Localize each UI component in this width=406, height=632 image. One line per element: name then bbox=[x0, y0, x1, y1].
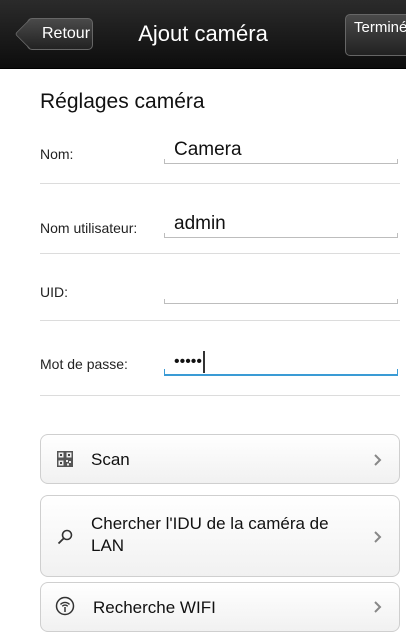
username-input[interactable]: admin bbox=[164, 212, 398, 238]
username-field-row: Nom utilisateur: admin bbox=[40, 212, 400, 262]
password-value: ••••• bbox=[174, 353, 203, 370]
wifi-search-label: Recherche WIFI bbox=[93, 598, 216, 617]
name-field-row: Nom: Camera bbox=[40, 138, 400, 188]
top-bar: Retour Ajout caméra Terminé bbox=[0, 0, 406, 69]
lan-search-button[interactable]: Chercher l'IDU de la caméra de LAN bbox=[40, 495, 400, 577]
text-caret bbox=[203, 351, 206, 373]
search-icon bbox=[55, 527, 75, 547]
done-button[interactable]: Terminé bbox=[345, 14, 406, 56]
scan-button[interactable]: Scan bbox=[40, 434, 400, 484]
lan-search-label: Chercher l'IDU de la caméra de LAN bbox=[91, 514, 329, 555]
qr-code-icon bbox=[55, 449, 75, 469]
done-button-label: Terminé bbox=[354, 19, 406, 36]
name-label: Nom: bbox=[40, 146, 74, 162]
chevron-right-icon bbox=[371, 597, 385, 617]
section-title: Réglages caméra bbox=[40, 90, 205, 113]
uid-input[interactable] bbox=[164, 278, 398, 304]
password-label: Mot de passe: bbox=[40, 356, 128, 372]
wifi-search-button[interactable]: Recherche WIFI bbox=[40, 582, 400, 632]
username-label: Nom utilisateur: bbox=[40, 220, 138, 236]
uid-label: UID: bbox=[40, 284, 68, 300]
chevron-right-icon bbox=[371, 527, 385, 547]
divider bbox=[40, 320, 400, 321]
divider bbox=[40, 253, 400, 254]
divider bbox=[40, 395, 400, 396]
password-input[interactable]: ••••• bbox=[164, 350, 398, 376]
password-field-row: Mot de passe: ••••• bbox=[40, 350, 400, 400]
name-input[interactable]: Camera bbox=[164, 138, 398, 164]
scan-label: Scan bbox=[91, 450, 130, 469]
wifi-icon bbox=[55, 596, 75, 616]
chevron-right-icon bbox=[371, 450, 385, 470]
divider bbox=[40, 183, 400, 184]
